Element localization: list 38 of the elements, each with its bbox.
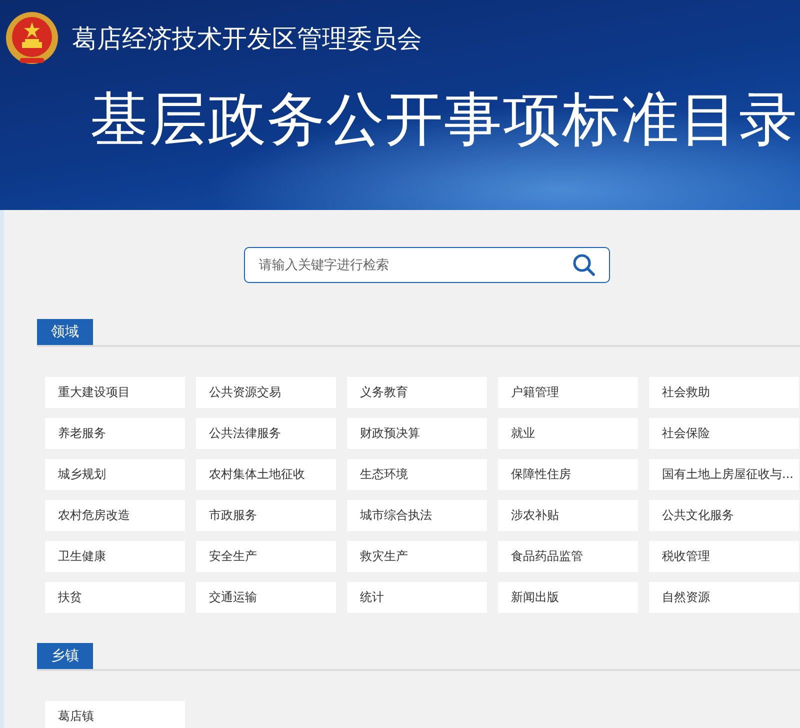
category-link[interactable]: 城市综合执法: [347, 500, 487, 531]
category-link[interactable]: 农村危房改造: [45, 500, 185, 531]
category-link[interactable]: 安全生产: [196, 541, 336, 572]
category-link[interactable]: 交通运输: [196, 582, 336, 613]
category-link[interactable]: 财政预决算: [347, 418, 487, 449]
category-link[interactable]: 公共资源交易: [196, 377, 336, 408]
category-link[interactable]: 食品药品监管: [498, 541, 638, 572]
category-link[interactable]: 救灾生产: [347, 541, 487, 572]
category-link[interactable]: 涉农补贴: [498, 500, 638, 531]
search-icon[interactable]: [572, 253, 596, 277]
category-link[interactable]: 扶贫: [45, 582, 185, 613]
category-link[interactable]: 就业: [498, 418, 638, 449]
organization-name: 葛店经济技术开发区管理委员会: [72, 22, 422, 54]
emblem-icon: [4, 10, 60, 66]
category-link[interactable]: 义务教育: [347, 377, 487, 408]
category-link[interactable]: 国有土地上房屋征收与...: [649, 459, 799, 490]
category-link[interactable]: 生态环境: [347, 459, 487, 490]
category-link[interactable]: 葛店镇: [45, 701, 185, 728]
category-link[interactable]: 社会救助: [649, 377, 799, 408]
category-link[interactable]: 社会保险: [649, 418, 799, 449]
category-link[interactable]: 公共文化服务: [649, 500, 799, 531]
category-link[interactable]: 自然资源: [649, 582, 799, 613]
search-field[interactable]: 请输入关键字进行检索: [244, 247, 610, 283]
category-link[interactable]: 城乡规划: [45, 459, 185, 490]
category-link[interactable]: 保障性住房: [498, 459, 638, 490]
category-link[interactable]: 卫生健康: [45, 541, 185, 572]
category-link[interactable]: 重大建设项目: [45, 377, 185, 408]
category-link[interactable]: 农村集体土地征收: [196, 459, 336, 490]
page-title: 基层政务公开事项标准目录: [90, 88, 799, 152]
category-link[interactable]: 税收管理: [649, 541, 799, 572]
category-link[interactable]: 新闻出版: [498, 582, 638, 613]
category-link[interactable]: 公共法律服务: [196, 418, 336, 449]
section-tab[interactable]: 领域: [37, 319, 93, 345]
category-link[interactable]: 市政服务: [196, 500, 336, 531]
category-link[interactable]: 养老服务: [45, 418, 185, 449]
category-link[interactable]: 户籍管理: [498, 377, 638, 408]
section-tab[interactable]: 乡镇: [37, 643, 93, 669]
category-link[interactable]: 统计: [347, 582, 487, 613]
